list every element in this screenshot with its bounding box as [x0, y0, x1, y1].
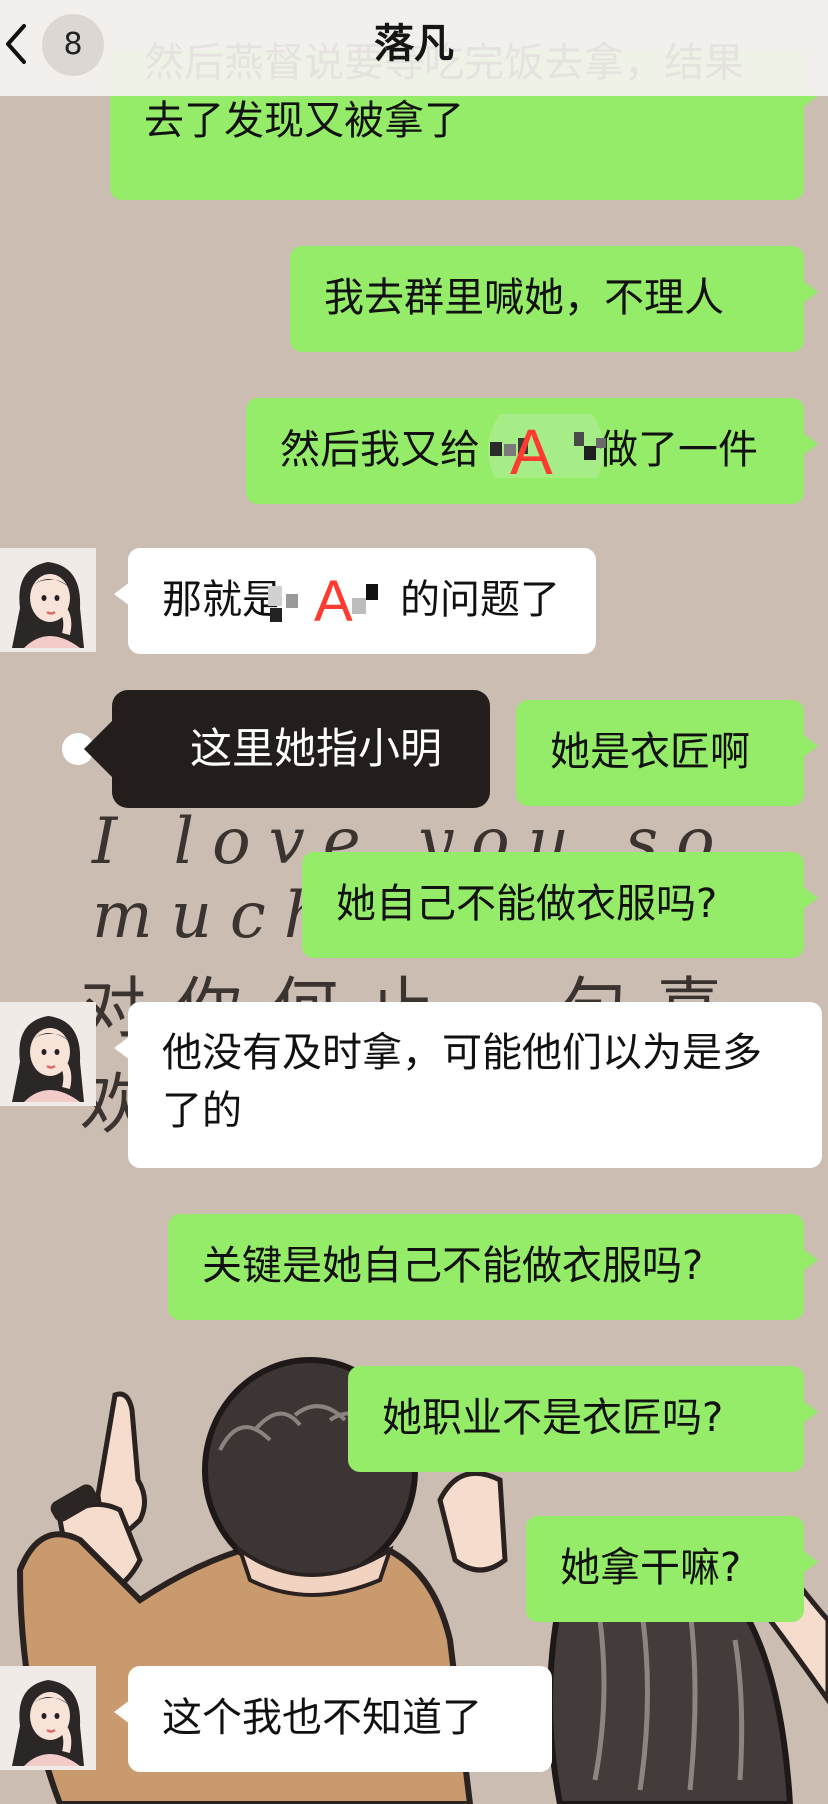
message-bubble-outgoing[interactable]: 她是衣匠啊: [516, 700, 818, 806]
annotation-callout: 这里她指小明: [84, 690, 490, 808]
message-text: 他没有及时拿，可能他们以为是多了的: [162, 1030, 762, 1134]
chat-title[interactable]: 落凡: [0, 16, 828, 72]
message-bubble-outgoing[interactable]: 她自己不能做衣服吗?: [302, 852, 818, 958]
message-text: 她职业不是衣匠吗?: [382, 1395, 724, 1441]
message-text: 我去群里喊她，不理人: [324, 275, 724, 321]
message-bubble-outgoing[interactable]: 她职业不是衣匠吗?: [348, 1366, 818, 1472]
message-text: 关键是她自己不能做衣服吗?: [202, 1243, 704, 1289]
message-text: 她拿干嘛?: [560, 1545, 742, 1591]
contact-avatar[interactable]: [0, 1002, 96, 1106]
mark-a-label: A: [510, 416, 553, 488]
contact-avatar[interactable]: [0, 548, 96, 652]
message-bubble-incoming[interactable]: 这个我也不知道了: [114, 1666, 552, 1772]
message-text-before: 然后我又给: [280, 427, 480, 473]
avatar-girl-icon: [0, 1002, 96, 1106]
message-text: 这个我也不知道了: [162, 1695, 482, 1741]
avatar-girl-icon: [0, 548, 96, 652]
message-bubble-outgoing[interactable]: 关键是她自己不能做衣服吗?: [168, 1214, 818, 1320]
message-bubble-outgoing[interactable]: 我去群里喊她，不理人: [290, 246, 818, 352]
message-text: 她自己不能做衣服吗?: [336, 881, 718, 927]
contact-avatar[interactable]: [0, 1666, 96, 1770]
avatar-girl-icon: [0, 1666, 96, 1770]
message-text-after: 的问题了: [400, 577, 560, 623]
message-text: 她是衣匠啊: [550, 729, 750, 775]
chat-header: 8 落凡: [0, 0, 828, 96]
message-bubble-outgoing[interactable]: 她拿干嘛?: [526, 1516, 818, 1622]
message-text-after: 做了一件: [598, 427, 758, 473]
mark-a-label: A: [314, 569, 353, 634]
message-bubble-incoming[interactable]: 他没有及时拿，可能他们以为是多了的: [114, 1002, 822, 1168]
